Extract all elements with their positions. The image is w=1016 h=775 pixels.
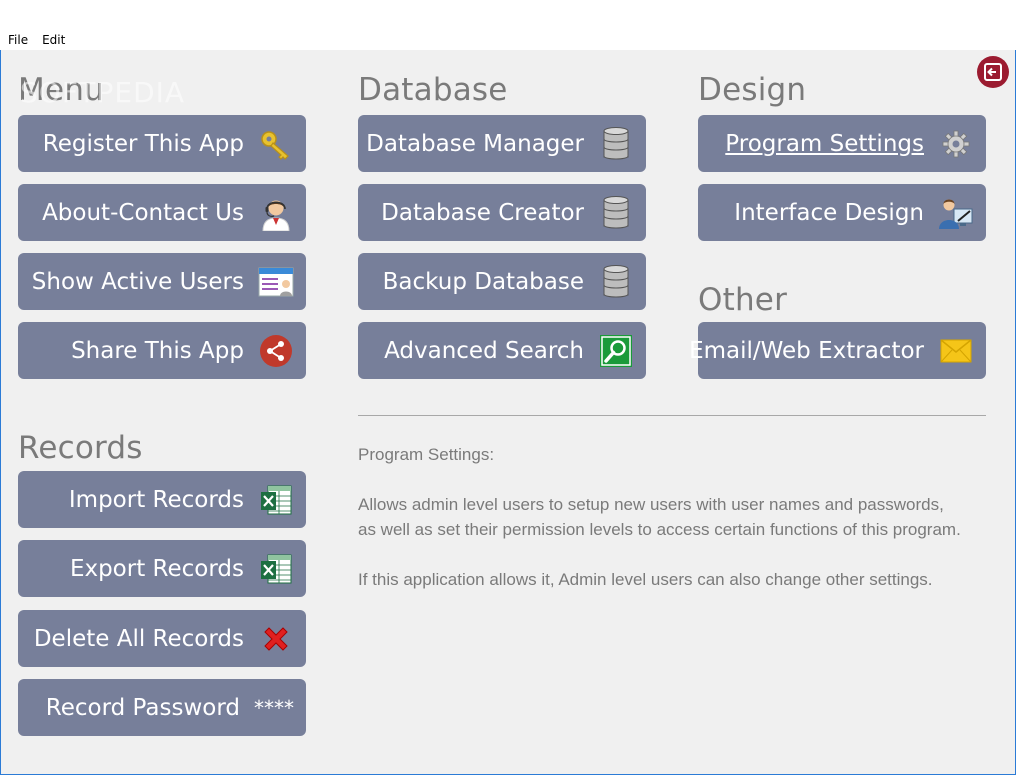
description-heading: Program Settings:	[358, 445, 495, 464]
backup-database-button[interactable]: Backup Database	[358, 253, 646, 310]
program-settings-label: Program Settings	[725, 130, 924, 157]
share-icon	[258, 333, 294, 369]
excel-icon	[258, 551, 294, 587]
database-icon	[598, 126, 634, 162]
about-contact-label: About-Contact Us	[42, 199, 244, 226]
support-agent-icon	[258, 195, 294, 231]
backup-database-label: Backup Database	[382, 268, 584, 295]
export-records-button[interactable]: Export Records	[18, 540, 306, 597]
database-creator-label: Database Creator	[381, 199, 584, 226]
designer-icon	[938, 195, 974, 231]
database-icon	[598, 195, 634, 231]
database-manager-label: Database Manager	[366, 130, 584, 157]
excel-icon	[258, 482, 294, 518]
description-line-1: Allows admin level users to setup new us…	[358, 495, 944, 514]
section-title-other: Other	[698, 282, 788, 318]
password-glyph: ****	[254, 695, 294, 720]
section-title-records: Records	[18, 430, 143, 466]
show-active-users-button[interactable]: Show Active Users	[18, 253, 306, 310]
record-password-label: Record Password	[45, 694, 240, 721]
advanced-search-label: Advanced Search	[384, 337, 584, 364]
user-list-icon	[258, 264, 294, 300]
exit-button[interactable]	[977, 56, 1009, 88]
menu-file[interactable]: File	[6, 33, 30, 47]
share-app-button[interactable]: Share This App	[18, 322, 306, 379]
red-x-icon	[258, 621, 294, 657]
show-active-users-label: Show Active Users	[31, 268, 244, 295]
import-records-label: Import Records	[68, 486, 244, 513]
export-records-label: Export Records	[69, 555, 244, 582]
database-icon	[598, 264, 634, 300]
key-icon	[258, 126, 294, 162]
register-app-label: Register This App	[42, 130, 244, 157]
divider	[358, 415, 986, 416]
envelope-icon	[938, 333, 974, 369]
share-app-label: Share This App	[71, 337, 244, 364]
section-title-database: Database	[358, 72, 508, 108]
description-line-2: as well as set their permission levels t…	[358, 520, 961, 539]
description-line-3: If this application allows it, Admin lev…	[358, 570, 933, 589]
about-contact-button[interactable]: About-Contact Us	[18, 184, 306, 241]
section-title-menu: Menu	[18, 72, 104, 108]
menu-edit[interactable]: Edit	[40, 33, 67, 47]
search-icon	[598, 333, 634, 369]
import-records-button[interactable]: Import Records	[18, 471, 306, 528]
register-app-button[interactable]: Register This App	[18, 115, 306, 172]
gear-icon	[938, 126, 974, 162]
delete-all-records-button[interactable]: Delete All Records	[18, 610, 306, 667]
advanced-search-button[interactable]: Advanced Search	[358, 322, 646, 379]
interface-design-button[interactable]: Interface Design	[698, 184, 986, 241]
section-title-design: Design	[698, 72, 807, 108]
email-web-extractor-label: Email/Web Extractor	[689, 337, 924, 364]
interface-design-label: Interface Design	[734, 199, 924, 226]
title-bar	[0, 0, 1016, 30]
delete-all-records-label: Delete All Records	[33, 625, 244, 652]
email-web-extractor-button[interactable]: Email/Web Extractor	[689, 322, 986, 379]
database-creator-button[interactable]: Database Creator	[358, 184, 646, 241]
menu-bar: File Edit	[0, 30, 1016, 50]
record-password-button[interactable]: Record Password ****	[18, 679, 306, 736]
program-settings-button[interactable]: Program Settings	[698, 115, 986, 172]
exit-icon	[984, 63, 1002, 81]
database-manager-button[interactable]: Database Manager	[358, 115, 646, 172]
